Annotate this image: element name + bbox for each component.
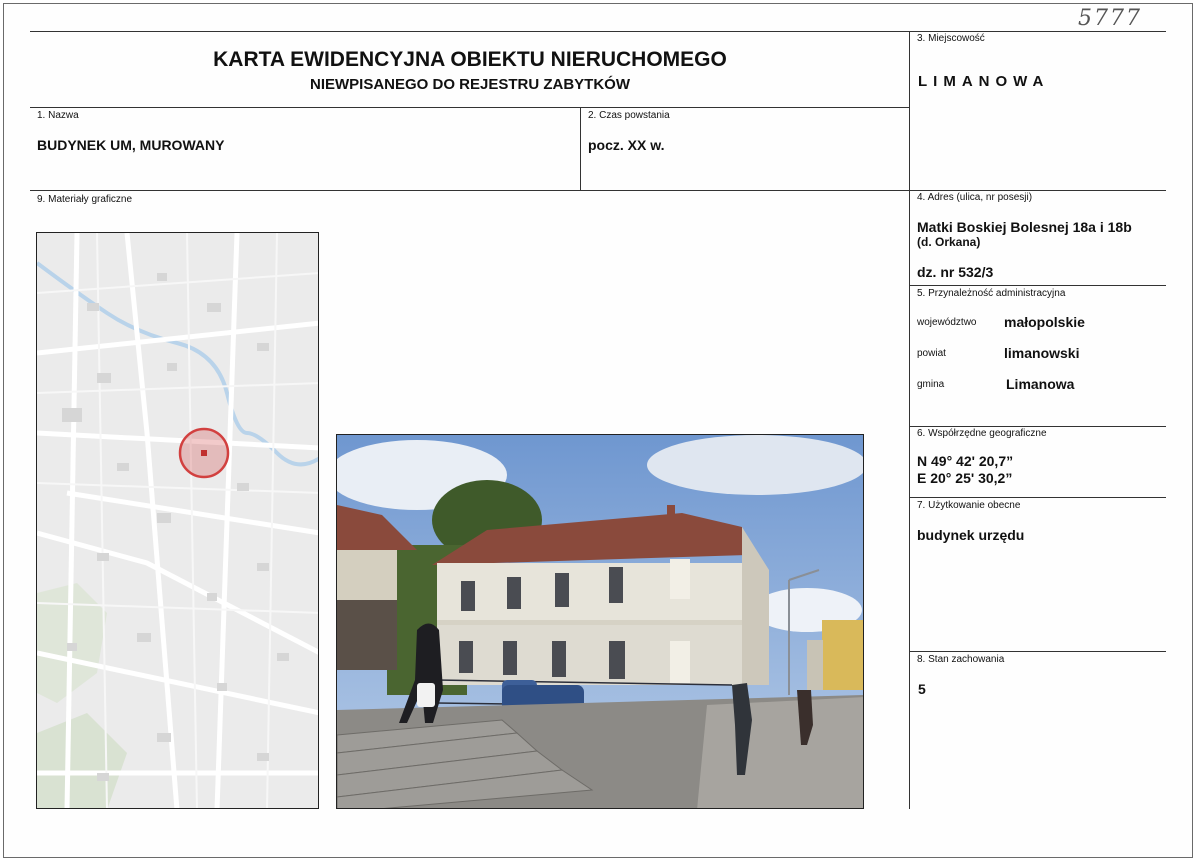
building-photo-drawing [337, 435, 863, 808]
miejscowosc-label: 3. Miejscowość [917, 33, 985, 44]
powiat-label: powiat [917, 348, 946, 359]
building-photo [336, 434, 864, 809]
latitude-value: N 49° 42' 20,7” [917, 453, 1014, 469]
adres-label: 4. Adres (ulica, nr posesji) [917, 192, 1033, 203]
rule-under-usage [910, 651, 1166, 652]
gmina-label: gmina [917, 379, 945, 390]
stan-value: 5 [918, 681, 926, 697]
nazwa-label: 1. Nazwa [37, 110, 79, 121]
longitude-value: E 20° 25' 30,2” [917, 470, 1013, 486]
rule-under-address [910, 285, 1166, 286]
wspolrzedne-label: 6. Współrzędne geograficzne [917, 428, 1047, 439]
miejscowosc-value: LIMANOWA [918, 73, 1050, 90]
location-map-drawing [37, 233, 318, 808]
rule-top [30, 31, 1166, 32]
czas-label: 2. Czas powstania [588, 110, 670, 121]
wojewodztwo-value: małopolskie [1004, 314, 1085, 330]
handwritten-number: 5777 [1078, 6, 1142, 31]
materialy-label: 9. Materiały graficzne [37, 194, 133, 205]
card-subtitle: NIEWPISANEGO DO REJESTRU ZABYTKÓW [309, 76, 631, 93]
gmina-value: Limanowa [1006, 376, 1075, 392]
uzytkowanie-label: 7. Użytkowanie obecne [917, 500, 1021, 511]
rule-under-admin [910, 426, 1166, 427]
czas-value: pocz. XX w. [588, 137, 665, 153]
przynaleznosc-label: 5. Przynależność administracyjna [917, 288, 1066, 299]
card-title: KARTA EWIDENCYJNA OBIEKTU NIERUCHOMEGO [213, 48, 727, 71]
nazwa-value: BUDYNEK UM, MUROWANY [37, 137, 225, 153]
powiat-value: limanowski [1004, 345, 1080, 361]
uzytkowanie-value: budynek urzędu [917, 527, 1025, 543]
rule-under-coords [910, 497, 1166, 498]
rule-under-title [30, 107, 910, 108]
rule-right-column [909, 31, 910, 809]
adres-parcel: dz. nr 532/3 [917, 264, 994, 280]
rule-under-name [30, 190, 1166, 191]
adres-street: Matki Boskiej Bolesnej 18a i 18b [917, 219, 1132, 235]
rule-name-date [580, 107, 581, 190]
adres-former-name: (d. Orkana) [917, 235, 981, 249]
location-map [36, 232, 319, 809]
wojewodztwo-label: województwo [917, 317, 977, 328]
stan-label: 8. Stan zachowania [917, 654, 1005, 665]
